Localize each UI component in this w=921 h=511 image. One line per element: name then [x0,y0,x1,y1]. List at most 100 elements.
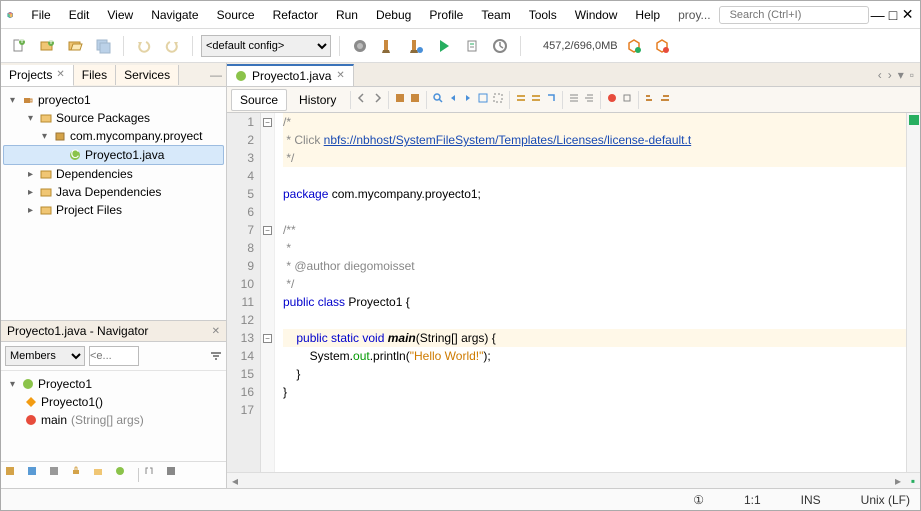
menu-source[interactable]: Source [209,4,263,26]
ed-btn[interactable] [492,92,504,107]
tree-project-files[interactable]: ▸Project Files [3,201,224,219]
menu-team[interactable]: Team [473,4,518,26]
tree-project-root[interactable]: ▾proyecto1 [3,91,224,109]
nav-btn-8[interactable] [165,465,185,485]
close-icon[interactable]: ✕ [336,70,344,81]
scroll-right-icon[interactable]: ▸ [890,474,906,488]
tab-files[interactable]: Files [74,65,116,85]
nav-method[interactable]: main(String[] args) [3,411,224,429]
ed-btn[interactable] [394,92,406,107]
tree-java-dependencies[interactable]: ▸Java Dependencies [3,183,224,201]
gc-button[interactable] [622,34,646,58]
menu-navigate[interactable]: Navigate [143,4,206,26]
nav-btn-5[interactable] [92,465,112,485]
tree-dependencies[interactable]: ▸Dependencies [3,165,224,183]
line-ending[interactable]: Unix (LF) [861,493,910,507]
fold-icon[interactable]: − [263,334,272,343]
project-selector[interactable]: proy... [672,8,716,22]
menu-refactor[interactable]: Refactor [265,4,326,26]
project-tree[interactable]: ▾proyecto1 ▾Source Packages ▾com.mycompa… [1,87,226,320]
menu-debug[interactable]: Debug [368,4,419,26]
open-project-button[interactable] [63,34,87,58]
mode-source[interactable]: Source [231,89,287,111]
maximize-editor-icon[interactable]: ▫ [910,68,914,82]
tab-list-icon[interactable]: ▾ [898,68,904,82]
clean-button-2[interactable] [404,34,428,58]
fold-gutter[interactable]: − − − [261,113,275,472]
tab-services[interactable]: Services [116,65,179,85]
nav-btn-6[interactable] [114,465,134,485]
plugin-button[interactable] [650,34,674,58]
nav-btn-1[interactable] [4,465,24,485]
ed-btn-next[interactable] [462,92,474,107]
filter-icon[interactable] [210,350,222,362]
navigator-search[interactable] [89,346,139,366]
navigator-tree[interactable]: ▾Proyecto1 Proyecto1() main(String[] arg… [1,371,226,461]
tree-package[interactable]: ▾com.mycompany.proyect [3,127,224,145]
clean-build-button[interactable] [376,34,400,58]
debug-button[interactable] [460,34,484,58]
save-all-button[interactable] [91,34,115,58]
ed-btn[interactable] [530,92,542,107]
ed-btn[interactable] [545,92,557,107]
ed-btn[interactable] [409,92,421,107]
horizontal-scrollbar[interactable]: ◂ ▸ ▪ [227,472,920,488]
ed-btn[interactable] [568,92,580,107]
fold-icon[interactable]: − [263,226,272,235]
menu-view[interactable]: View [99,4,141,26]
undo-button[interactable] [132,34,156,58]
window-minimize[interactable]: — [871,4,885,26]
mode-history[interactable]: History [290,89,345,111]
tab-scroll-right-icon[interactable]: › [888,68,892,82]
menu-help[interactable]: Help [627,4,668,26]
code-editor[interactable]: 1234567891011121314151617 − − − /* * Cli… [227,113,920,472]
config-select[interactable]: <default config> [201,35,331,57]
scroll-left-icon[interactable]: ◂ [227,474,243,488]
tree-file-selected[interactable]: CProyecto1.java [3,145,224,165]
menu-profile[interactable]: Profile [421,4,471,26]
code-content[interactable]: /* * Click nbfs://nbhost/SystemFileSyste… [275,113,906,472]
insert-mode[interactable]: INS [801,493,821,507]
ed-btn-stop[interactable] [621,92,633,107]
ed-btn-back[interactable] [356,92,368,107]
nav-btn-3[interactable] [48,465,68,485]
menu-window[interactable]: Window [567,4,626,26]
tab-projects[interactable]: Projects✕ [1,65,74,86]
ed-btn-forward[interactable] [371,92,383,107]
fold-icon[interactable]: − [263,118,272,127]
search-box[interactable] [719,6,869,24]
ed-btn[interactable] [659,92,671,107]
line-gutter[interactable]: 1234567891011121314151617 [227,113,261,472]
build-button[interactable] [348,34,372,58]
ed-btn[interactable] [515,92,527,107]
notifications-icon[interactable]: ① [693,493,704,507]
panel-minimize-icon[interactable]: — [206,68,226,82]
ed-btn-record[interactable] [606,92,618,107]
nav-btn-4[interactable] [70,465,90,485]
members-filter[interactable]: Members [5,346,85,366]
window-maximize[interactable]: □ [887,4,900,26]
profile-button[interactable] [488,34,512,58]
ed-btn[interactable] [583,92,595,107]
menu-tools[interactable]: Tools [521,4,565,26]
tree-source-packages[interactable]: ▾Source Packages [3,109,224,127]
nav-constructor[interactable]: Proyecto1() [3,393,224,411]
nav-class[interactable]: ▾Proyecto1 [3,375,224,393]
error-stripe[interactable] [906,113,920,472]
close-icon[interactable]: ✕ [212,326,220,337]
menu-edit[interactable]: Edit [61,4,98,26]
window-close[interactable]: ✕ [901,4,914,26]
new-project-button[interactable]: + [35,34,59,58]
ed-btn-find[interactable] [432,92,444,107]
navigator-header[interactable]: Proyecto1.java - Navigator ✕ [1,320,226,342]
new-file-button[interactable]: + [7,34,31,58]
close-icon[interactable]: ✕ [56,69,64,80]
ed-btn-prev[interactable] [447,92,459,107]
nav-btn-2[interactable] [26,465,46,485]
nav-btn-7[interactable] [143,465,163,485]
menu-run[interactable]: Run [328,4,366,26]
editor-tab-file[interactable]: Proyecto1.java ✕ [227,64,354,86]
run-button[interactable] [432,34,456,58]
ed-btn[interactable] [644,92,656,107]
ed-btn[interactable] [477,92,489,107]
